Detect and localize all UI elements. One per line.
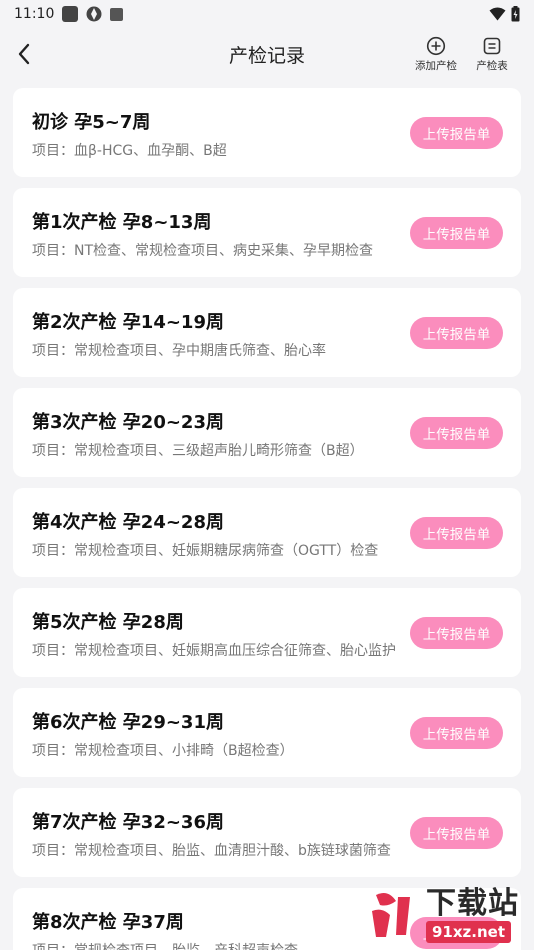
checkup-table-label: 产检表 [476, 59, 508, 72]
checkup-title: 第2次产检 孕14~19周 [32, 312, 224, 333]
checkup-card[interactable]: 初诊 孕5~7周 项目：血β-HCG、血孕酮、B超 上传报告单 [13, 88, 521, 177]
checkup-title: 初诊 孕5~7周 [32, 112, 151, 133]
nav-bar: 产检记录 添加产检 产检表 [0, 28, 534, 80]
watermark-text: 下载站 91xz.net [426, 887, 519, 943]
checkup-card[interactable]: 第2次产检 孕14~19周 项目：常规检查项目、孕中期唐氏筛查、胎心率 上传报告… [13, 288, 521, 377]
site-watermark: 下载站 91xz.net [358, 880, 534, 950]
checkup-items: 项目：常规检查项目、胎监、产科超声检查 [32, 940, 402, 950]
watermark-url: 91xz.net [426, 921, 512, 943]
add-checkup-button[interactable]: 添加产检 [414, 36, 458, 73]
upload-report-button[interactable]: 上传报告单 [410, 317, 503, 349]
checkup-items: 项目：NT检查、常规检查项目、病史采集、孕早期检查 [32, 243, 374, 259]
checkup-list: 初诊 孕5~7周 项目：血β-HCG、血孕酮、B超 上传报告单 第1次产检 孕8… [0, 80, 534, 950]
aperture-notification-icon [86, 6, 102, 22]
upload-report-button[interactable]: 上传报告单 [410, 417, 503, 449]
checkup-card[interactable]: 第7次产检 孕32~36周 项目：常规检查项目、胎监、血清胆汁酸、b族链球菌筛查… [13, 788, 521, 877]
upload-report-button[interactable]: 上传报告单 [410, 217, 503, 249]
checkup-items: 项目：常规检查项目、妊娠期糖尿病筛查（OGTT）检查 [32, 543, 379, 559]
checkup-card[interactable]: 第5次产检 孕28周 项目：常规检查项目、妊娠期高血压综合征筛查、胎心监护 上传… [13, 588, 521, 677]
checkup-card[interactable]: 第6次产检 孕29~31周 项目：常规检查项目、小排畸（B超检查） 上传报告单 [13, 688, 521, 777]
status-right [489, 6, 520, 22]
upload-report-button[interactable]: 上传报告单 [410, 717, 503, 749]
checkup-title: 第7次产检 孕32~36周 [32, 812, 224, 833]
checkup-items: 项目：常规检查项目、妊娠期高血压综合征筛查、胎心监护 [32, 643, 396, 659]
checkup-items: 项目：常规检查项目、胎监、血清胆汁酸、b族链球菌筛查 [32, 843, 391, 859]
checkup-title: 第1次产检 孕8~13周 [32, 212, 212, 233]
upload-report-button[interactable]: 上传报告单 [410, 817, 503, 849]
checkup-card[interactable]: 第1次产检 孕8~13周 项目：NT检查、常规检查项目、病史采集、孕早期检查 上… [13, 188, 521, 277]
checkup-items: 项目：血β-HCG、血孕酮、B超 [32, 143, 227, 159]
checkup-table-button[interactable]: 产检表 [470, 36, 514, 73]
status-left: 11:10 [14, 6, 124, 22]
app-notification-icon [110, 7, 124, 21]
upload-report-button[interactable]: 上传报告单 [410, 617, 503, 649]
checkup-title: 第6次产检 孕29~31周 [32, 712, 224, 733]
checkup-title: 第3次产检 孕20~23周 [32, 412, 224, 433]
back-button[interactable] [2, 32, 46, 76]
status-bar: 11:10 [0, 0, 534, 28]
watermark-logo-icon [372, 893, 410, 937]
gallery-notification-icon [62, 6, 79, 22]
upload-report-button[interactable]: 上传报告单 [410, 117, 503, 149]
wifi-icon [489, 7, 506, 21]
checkup-card[interactable]: 第4次产检 孕24~28周 项目：常规检查项目、妊娠期糖尿病筛查（OGTT）检查… [13, 488, 521, 577]
checkup-items: 项目：常规检查项目、三级超声胎儿畸形筛查（B超） [32, 443, 364, 459]
watermark-title: 下载站 [426, 886, 519, 921]
nav-actions: 添加产检 产检表 [414, 36, 534, 73]
checkup-title: 第8次产检 孕37周 [32, 912, 184, 933]
battery-icon [511, 6, 520, 22]
upload-report-button[interactable]: 上传报告单 [410, 517, 503, 549]
plus-circle-icon [426, 36, 446, 55]
chevron-left-icon [18, 43, 30, 65]
checkup-title: 第5次产检 孕28周 [32, 612, 184, 633]
checkup-title: 第4次产检 孕24~28周 [32, 512, 224, 533]
checkup-card[interactable]: 第3次产检 孕20~23周 项目：常规检查项目、三级超声胎儿畸形筛查（B超） 上… [13, 388, 521, 477]
checkup-items: 项目：常规检查项目、孕中期唐氏筛查、胎心率 [32, 343, 326, 359]
checkup-items: 项目：常规检查项目、小排畸（B超检查） [32, 743, 294, 759]
add-checkup-label: 添加产检 [415, 59, 457, 72]
list-icon [483, 37, 501, 54]
status-time: 11:10 [14, 6, 55, 22]
